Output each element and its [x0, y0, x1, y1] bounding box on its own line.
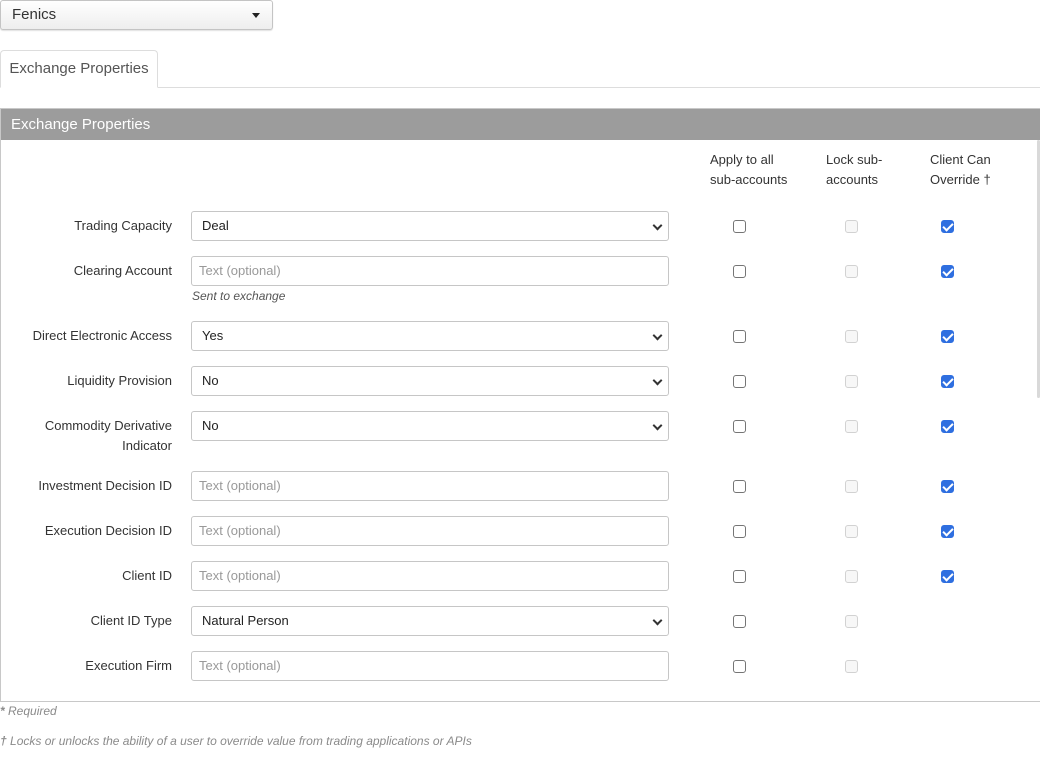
field-label: Client ID — [1, 566, 172, 586]
field-label-line: Direct Electronic Access — [32, 328, 172, 343]
lock-sub-accounts-checkbox — [845, 220, 858, 233]
field-input-placeholder: Text (optional) — [199, 263, 281, 278]
apply-all-checkbox[interactable] — [733, 615, 746, 628]
field-input[interactable]: Text (optional) — [191, 471, 669, 501]
apply-all-checkbox[interactable] — [733, 525, 746, 538]
column-header-lock: Lock sub- accounts — [826, 150, 882, 190]
tab-label: Exchange Properties — [9, 60, 149, 77]
column-header-client-override: Client Can Override † — [930, 150, 991, 190]
panel-header: Exchange Properties — [1, 109, 1040, 140]
field-select-value: No — [202, 373, 219, 388]
field-select-value: Deal — [202, 218, 229, 233]
column-header-line: Apply to all — [710, 152, 774, 167]
field-label: Execution Decision ID — [1, 521, 172, 541]
field-label-line: Trading Capacity — [74, 218, 172, 233]
apply-all-checkbox[interactable] — [733, 330, 746, 343]
field-input[interactable]: Text (optional) — [191, 256, 669, 286]
client-override-checkbox[interactable] — [941, 525, 954, 538]
client-override-checkbox[interactable] — [941, 220, 954, 233]
client-override-checkbox[interactable] — [941, 570, 954, 583]
field-label-line: Client ID Type — [90, 613, 172, 628]
column-header-line: Override † — [930, 172, 991, 187]
client-override-checkbox[interactable] — [941, 480, 954, 493]
field-label: Commodity Derivative Indicator — [1, 416, 172, 456]
field-hint: Sent to exchange — [192, 289, 286, 303]
chevron-down-icon — [652, 420, 663, 431]
lock-sub-accounts-checkbox — [845, 330, 858, 343]
required-text: Required — [8, 704, 57, 718]
footnote-required: * Required — [0, 704, 57, 718]
lock-sub-accounts-checkbox — [845, 615, 858, 628]
lock-sub-accounts-checkbox — [845, 570, 858, 583]
apply-all-checkbox[interactable] — [733, 220, 746, 233]
field-label: Client ID Type — [1, 611, 172, 631]
lock-sub-accounts-checkbox — [845, 525, 858, 538]
field-input-placeholder: Text (optional) — [199, 568, 281, 583]
field-input[interactable]: Text (optional) — [191, 651, 669, 681]
lock-sub-accounts-checkbox — [845, 420, 858, 433]
apply-all-checkbox[interactable] — [733, 375, 746, 388]
lock-sub-accounts-checkbox — [845, 265, 858, 278]
field-select[interactable]: Yes — [191, 321, 669, 351]
field-label-line: Indicator — [122, 438, 172, 453]
field-select[interactable]: Deal — [191, 211, 669, 241]
apply-all-checkbox[interactable] — [733, 570, 746, 583]
field-input-placeholder: Text (optional) — [199, 658, 281, 673]
lock-sub-accounts-checkbox — [845, 375, 858, 388]
field-label-line: Execution Decision ID — [44, 523, 172, 538]
client-override-checkbox[interactable] — [941, 375, 954, 388]
column-header-line: Client Can — [930, 152, 991, 167]
field-select[interactable]: Natural Person — [191, 606, 669, 636]
chevron-down-icon — [652, 615, 663, 626]
apply-all-checkbox[interactable] — [733, 660, 746, 673]
field-select[interactable]: No — [191, 411, 669, 441]
field-label: Trading Capacity — [1, 216, 172, 236]
column-header-line: Lock sub- — [826, 152, 883, 167]
lock-sub-accounts-checkbox — [845, 480, 858, 493]
chevron-down-icon — [652, 375, 663, 386]
dagger-mark: † — [0, 734, 7, 748]
footnote-override: † Locks or unlocks the ability of a user… — [0, 734, 472, 748]
client-override-checkbox[interactable] — [941, 330, 954, 343]
field-label-line: Commodity Derivative — [44, 418, 172, 433]
column-header-line: accounts — [826, 172, 879, 187]
exchange-properties-panel: Exchange Properties Apply to all sub-acc… — [0, 108, 1040, 702]
field-label-line: Investment Decision ID — [38, 478, 172, 493]
column-header-apply-all: Apply to all sub-accounts — [710, 150, 787, 190]
column-header-line: sub-accounts — [710, 172, 788, 187]
chevron-down-icon — [652, 220, 663, 231]
field-select-value: No — [202, 418, 219, 433]
panel-title: Exchange Properties — [11, 116, 151, 133]
apply-all-checkbox[interactable] — [733, 480, 746, 493]
tab-exchange-properties[interactable]: Exchange Properties — [0, 50, 158, 88]
field-label: Clearing Account — [1, 261, 172, 281]
field-select[interactable]: No — [191, 366, 669, 396]
field-select-value: Natural Person — [202, 613, 289, 628]
field-input[interactable]: Text (optional) — [191, 561, 669, 591]
required-mark: * — [0, 704, 5, 718]
apply-all-checkbox[interactable] — [733, 420, 746, 433]
field-label-line: Execution Firm — [85, 658, 172, 673]
chevron-down-icon — [652, 330, 663, 341]
field-input-placeholder: Text (optional) — [199, 478, 281, 493]
apply-all-checkbox[interactable] — [733, 265, 746, 278]
exchange-select-value: Fenics — [12, 6, 57, 23]
exchange-select[interactable]: Fenics — [0, 0, 273, 30]
caret-down-icon — [252, 13, 260, 18]
dagger-text: Locks or unlocks the ability of a user t… — [10, 734, 472, 748]
field-label-line: Liquidity Provision — [67, 373, 172, 388]
client-override-checkbox[interactable] — [941, 265, 954, 278]
field-input[interactable]: Text (optional) — [191, 516, 669, 546]
field-input-placeholder: Text (optional) — [199, 523, 281, 538]
lock-sub-accounts-checkbox — [845, 660, 858, 673]
field-label-line: Client ID — [122, 568, 172, 583]
field-label: Direct Electronic Access — [1, 326, 172, 346]
field-label: Execution Firm — [1, 656, 172, 676]
field-label: Liquidity Provision — [1, 371, 172, 391]
field-select-value: Yes — [202, 328, 224, 343]
field-label-line: Clearing Account — [73, 263, 172, 278]
client-override-checkbox[interactable] — [941, 420, 954, 433]
field-label: Investment Decision ID — [1, 476, 172, 496]
